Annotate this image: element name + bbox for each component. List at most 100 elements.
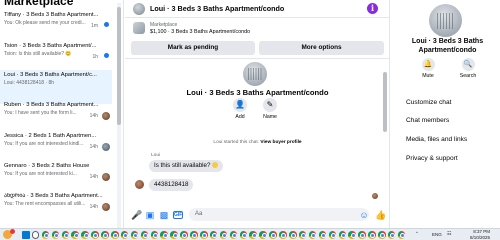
privacy-support-item[interactable]: Privacy & support <box>406 155 458 162</box>
mute-action[interactable]: 🔔 Mute <box>415 58 441 79</box>
conversation-item-active[interactable]: Loui · 3 Beds 3 Baths Apartment/c... Lou… <box>0 70 112 104</box>
sticker-icon[interactable]: ▩ <box>159 210 169 220</box>
chrome-icon[interactable] <box>180 231 188 239</box>
listing-thumbnail[interactable] <box>133 22 145 34</box>
customize-chat-item[interactable]: Customize chat <box>406 99 451 106</box>
add-action[interactable]: 👤 Add <box>225 98 255 120</box>
chrome-icon[interactable] <box>170 231 178 239</box>
clock[interactable]: 8:37 PM 8/10/2025 <box>470 229 490 240</box>
chrome-icon[interactable] <box>91 231 99 239</box>
chat-info-panel: Loui · 3 Beds 3 Baths Apartment/condo 🔔 … <box>391 0 500 228</box>
chrome-icon[interactable] <box>318 231 327 239</box>
conversation-snippet: Loui: 4438128418 · 8h <box>4 80 55 86</box>
more-options-button[interactable]: More options <box>259 41 384 55</box>
profile-avatar[interactable] <box>429 4 462 37</box>
media-files-links-item[interactable]: Media, files and links <box>406 136 467 143</box>
conversation-item[interactable]: Jessica · 2 Beds 1 Bath Apartmen... You:… <box>0 131 112 165</box>
chat-members-item[interactable]: Chat members <box>406 117 449 124</box>
chrome-icon[interactable] <box>279 231 287 239</box>
chrome-icon[interactable] <box>298 231 307 239</box>
chrome-icon[interactable] <box>378 231 386 239</box>
chrome-icon[interactable] <box>397 231 406 239</box>
bell-icon[interactable]: 🔔 <box>421 58 435 71</box>
conversation-item[interactable]: Gennaro · 3 Beds 2 Baths House You: If y… <box>0 161 112 195</box>
chrome-icon[interactable] <box>41 231 50 239</box>
chrome-icon[interactable] <box>81 231 89 239</box>
search-icon[interactable]: 🔍 <box>461 58 475 71</box>
chrome-icon[interactable] <box>338 231 346 239</box>
chrome-icon[interactable] <box>111 231 119 239</box>
microphone-icon[interactable]: 🎤 <box>131 210 142 220</box>
chat-header: Loui · 3 Beds 3 Baths Apartment/condo i <box>125 0 390 18</box>
scrollbar-thumb[interactable] <box>383 72 387 132</box>
taskbar: ⌃ ENG ☷ 8:37 PM 8/10/2025 <box>0 228 500 240</box>
name-action[interactable]: ✎ Name <box>255 98 285 120</box>
language-indicator[interactable]: ENG <box>432 232 442 237</box>
chrome-icon[interactable] <box>140 231 149 239</box>
conversation-name: Tsion · 3 Beds 3 Baths Apartment/... <box>4 43 97 49</box>
chat-scrollbar[interactable] <box>383 60 387 200</box>
list-scrollbar[interactable] <box>117 3 121 228</box>
profile-name: Loui · 3 Beds 3 Baths Apartment/condo <box>411 38 484 54</box>
chrome-icon[interactable] <box>308 231 317 239</box>
chrome-icon[interactable] <box>249 231 257 239</box>
chrome-icon[interactable] <box>368 231 376 239</box>
chrome-icon[interactable] <box>259 231 267 239</box>
mute-label: Mute <box>422 73 434 79</box>
view-buyer-profile-link[interactable]: View buyer profile <box>260 140 301 145</box>
conversation-item[interactable]: Tiffany · 3 Beds 3 Baths Apartment... Yo… <box>0 10 112 44</box>
windows-start-icon[interactable] <box>22 231 30 239</box>
conversation-time: 14h <box>89 113 98 119</box>
thread-title: Loui · 3 Beds 3 Baths Apartment/condo <box>186 88 329 97</box>
chat-avatar[interactable] <box>133 3 145 15</box>
message-input[interactable]: Aa <box>189 208 369 221</box>
search-action[interactable]: 🔍 Search <box>455 58 481 79</box>
seen-avatar-icon <box>102 112 110 120</box>
gif-icon[interactable]: GIF <box>173 211 183 219</box>
chrome-icon[interactable] <box>358 231 366 239</box>
chrome-icon[interactable] <box>239 231 248 239</box>
unread-dot-icon <box>104 53 109 58</box>
conversation-item[interactable]: Ruben · 3 Beds 3 Baths Apartment... You:… <box>0 100 112 134</box>
chrome-icon[interactable] <box>120 231 129 239</box>
chrome-icon[interactable] <box>289 231 297 239</box>
chrome-icon[interactable] <box>229 231 238 239</box>
chrome-icon[interactable] <box>190 231 198 239</box>
name-label: Name <box>263 114 277 120</box>
chrome-icon[interactable] <box>209 231 218 239</box>
chat-title[interactable]: Loui · 3 Beds 3 Baths Apartment/condo <box>150 4 284 13</box>
wifi-volume-icon[interactable]: ☷ <box>447 231 451 237</box>
add-person-icon[interactable]: 👤 <box>233 98 247 112</box>
conversation-item[interactable]: ანდრია · 3 Beds 3 Baths Apartment... You… <box>0 191 112 225</box>
clock-date: 8/10/2025 <box>470 234 491 240</box>
tray-chevron-icon[interactable]: ⌃ <box>415 231 419 237</box>
chrome-icon[interactable] <box>130 231 139 239</box>
chrome-icon[interactable] <box>200 231 208 239</box>
conversation-name: Gennaro · 3 Beds 2 Baths House <box>4 163 90 169</box>
listing-price[interactable]: $1,100 · 3 Beds 3 Baths Apartment/condo <box>150 29 250 35</box>
scrollbar-thumb[interactable] <box>117 7 121 125</box>
conversation-time: 14h <box>89 144 98 150</box>
chrome-icon[interactable] <box>269 231 277 239</box>
chrome-icon[interactable] <box>51 231 60 239</box>
chrome-icon[interactable] <box>387 231 396 239</box>
thumbs-up-icon[interactable]: 👍 <box>375 210 386 220</box>
seen-avatar-icon <box>102 143 110 151</box>
chrome-icon[interactable] <box>101 231 109 239</box>
chrome-icon[interactable] <box>348 231 356 239</box>
mark-as-pending-button[interactable]: Mark as pending <box>131 41 255 55</box>
sender-avatar[interactable] <box>135 180 144 189</box>
chrome-icon[interactable] <box>328 231 337 239</box>
taskbar-apps <box>22 231 406 239</box>
chrome-icon[interactable] <box>61 231 70 239</box>
image-icon[interactable]: ▣ <box>145 210 155 220</box>
chrome-icon[interactable] <box>219 231 228 239</box>
chrome-icon[interactable] <box>160 231 168 239</box>
pencil-icon[interactable]: ✎ <box>263 98 277 112</box>
taskbar-search-icon[interactable] <box>31 231 40 239</box>
sender-name: Loui <box>151 153 161 158</box>
chrome-icon[interactable] <box>150 231 159 239</box>
emoji-icon[interactable]: ☺ <box>359 210 369 220</box>
info-icon[interactable]: i <box>367 3 378 14</box>
chrome-icon[interactable] <box>71 231 79 239</box>
